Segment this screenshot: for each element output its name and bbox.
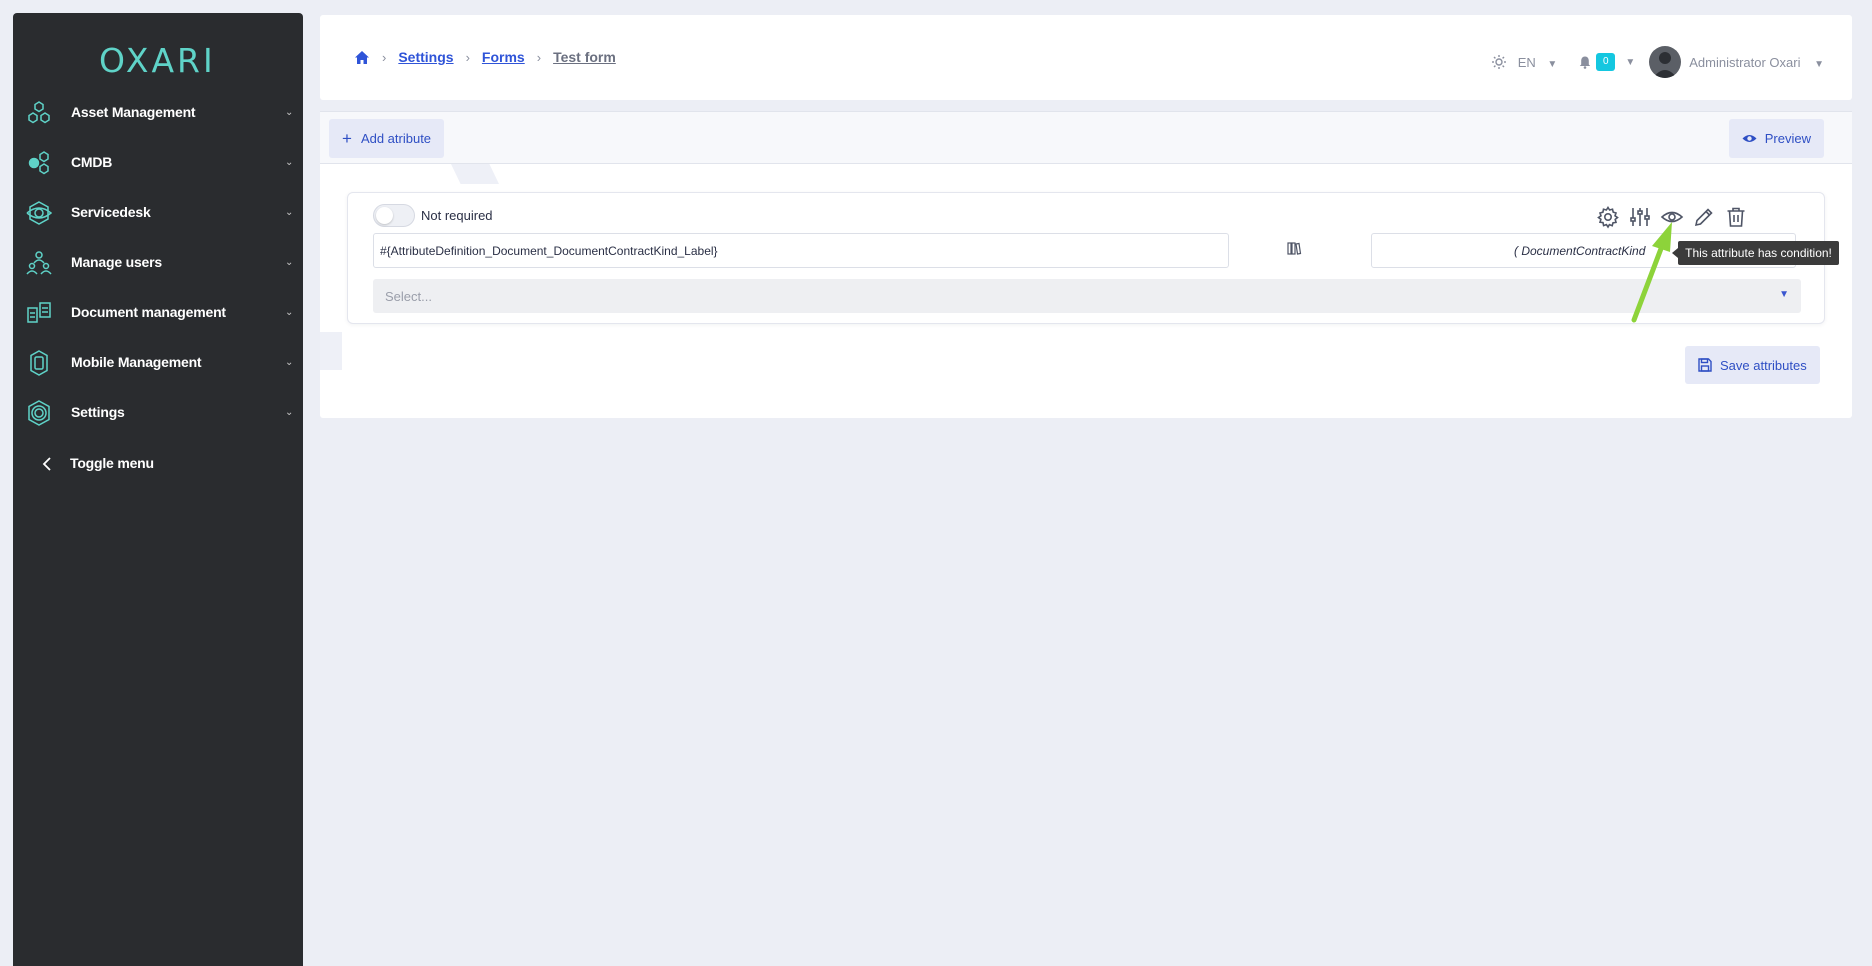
sidebar-item-label: CMDB	[71, 154, 113, 170]
language-label: EN	[1517, 54, 1536, 70]
user-name: Administrator Oxari	[1689, 54, 1801, 70]
eye-icon	[1742, 135, 1757, 142]
sidebar-item-label: Mobile Management	[71, 354, 202, 370]
breadcrumb: › Settings › Forms › Test form	[354, 49, 616, 65]
user-silhouette-icon	[1653, 52, 1678, 78]
chevron-down-icon: ⌄	[285, 107, 294, 118]
save-attributes-label: Save attributes	[1720, 357, 1807, 373]
header-controls: EN ▼ 0 ▼ Administrator Oxari ▼	[1491, 46, 1824, 78]
sidebar-item-manage-users[interactable]: Manage users ⌄	[13, 238, 303, 288]
sidebar-item-label: Asset Management	[71, 104, 196, 120]
logo-text: OXARI	[99, 41, 216, 80]
toggle-menu-button[interactable]: Toggle menu	[13, 439, 303, 489]
users-icon	[26, 251, 52, 275]
caret-down-icon: ▼	[1814, 58, 1824, 70]
chevron-down-icon: ⌄	[285, 407, 294, 418]
attribute-label-input[interactable]	[373, 233, 1229, 268]
drag-ghost-shape	[451, 164, 499, 184]
gear-icon	[28, 400, 50, 426]
chevron-down-icon: ⌄	[285, 257, 294, 268]
logo[interactable]: OXARI	[99, 41, 229, 80]
theme-sun-icon[interactable]	[1491, 55, 1506, 69]
condition-tooltip: This attribute has condition!	[1672, 241, 1839, 265]
required-toggle-label: Not required	[421, 208, 493, 223]
settings-gear-icon[interactable]	[1596, 205, 1620, 229]
chevron-down-icon: ⌄	[285, 157, 294, 168]
sidebar-item-mobile-management[interactable]: Mobile Management ⌄	[13, 338, 303, 388]
chevron-left-icon	[42, 457, 51, 471]
sidebar-item-cmdb[interactable]: CMDB ⌄	[13, 138, 303, 188]
avatar[interactable]	[1649, 46, 1682, 78]
drag-ghost-tab	[320, 332, 342, 370]
required-toggle[interactable]	[373, 204, 415, 227]
translate-books-icon[interactable]	[1286, 241, 1302, 257]
breadcrumb-separator: ›	[536, 49, 542, 65]
sidebar-item-label: Settings	[71, 404, 125, 420]
breadcrumb-forms-link[interactable]: Forms	[482, 49, 525, 65]
breadcrumb-settings-link[interactable]: Settings	[398, 49, 453, 65]
caret-down-icon: ▼	[1625, 56, 1636, 68]
eye-gear-icon	[26, 201, 52, 225]
edit-pencil-icon[interactable]	[1692, 205, 1716, 229]
add-attribute-button[interactable]: + Add atribute	[329, 119, 445, 158]
floppy-save-icon	[1698, 358, 1712, 372]
breadcrumb-separator: ›	[465, 49, 470, 65]
sidebar: OXARI Asset Management ⌄ CMDB ⌄ Serviced…	[13, 13, 303, 966]
caret-down-icon: ▼	[1779, 289, 1789, 300]
top-header: › Settings › Forms › Test form EN ▼ 0 ▼	[320, 15, 1852, 100]
breadcrumb-current: Test form	[553, 49, 616, 65]
sidebar-item-settings[interactable]: Settings ⌄	[13, 388, 303, 438]
attribute-card: Not required #{AttributeDefinition_Docum…	[347, 192, 1825, 324]
preview-label: Preview	[1764, 131, 1811, 146]
sidebar-item-label: Document management	[71, 304, 226, 320]
notification-count-badge: 0	[1596, 53, 1616, 71]
delete-trash-icon[interactable]	[1724, 205, 1748, 229]
attribute-select[interactable]: Select... ▼	[373, 279, 1801, 313]
home-icon[interactable]	[354, 50, 370, 65]
chevron-down-icon: ⌄	[285, 307, 294, 318]
bell-icon	[1580, 56, 1591, 69]
toggle-menu-label: Toggle menu	[70, 455, 154, 471]
chevron-down-icon: ⌄	[285, 207, 294, 218]
caret-down-icon: ▼	[1547, 58, 1558, 70]
chevron-down-icon: ⌄	[285, 357, 294, 368]
user-menu[interactable]: Administrator Oxari ▼	[1689, 55, 1824, 70]
sidebar-item-label: Manage users	[71, 254, 162, 270]
sidebar-item-servicedesk[interactable]: Servicedesk ⌄	[13, 188, 303, 238]
sidebar-item-label: Servicedesk	[71, 204, 151, 220]
annotation-arrow-icon	[1631, 222, 1672, 323]
hexagons-icon	[28, 101, 50, 124]
sidebar-item-asset-management[interactable]: Asset Management ⌄	[13, 88, 303, 138]
breadcrumb-separator: ›	[382, 49, 387, 65]
tooltip-text: This attribute has condition!	[1685, 246, 1832, 260]
language-selector[interactable]: EN ▼	[1518, 55, 1558, 70]
nodes-icon	[28, 151, 49, 175]
preview-button[interactable]: Preview	[1728, 119, 1824, 158]
plus-icon: +	[342, 129, 352, 148]
add-attribute-label: Add atribute	[360, 131, 432, 146]
save-attributes-button[interactable]: Save attributes	[1685, 346, 1820, 384]
sidebar-item-document-management[interactable]: Document management ⌄	[13, 288, 303, 338]
notifications[interactable]: 0 ▼	[1579, 53, 1635, 71]
documents-icon	[27, 302, 51, 323]
mobile-icon	[30, 350, 48, 376]
form-toolbar: + Add atribute Preview	[320, 111, 1852, 164]
select-placeholder: Select...	[385, 289, 432, 304]
